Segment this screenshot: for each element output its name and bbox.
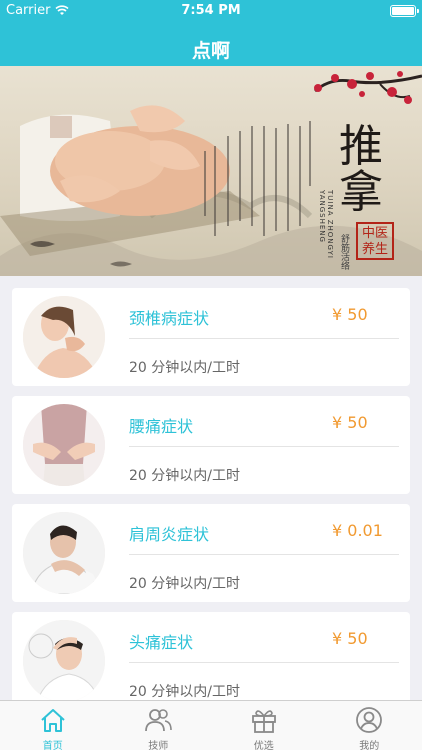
- back-pain-image: [23, 404, 105, 486]
- service-price: ¥ 0.01: [332, 521, 383, 540]
- tab-label: 我的: [359, 741, 380, 750]
- tab-mine[interactable]: 我的: [317, 701, 422, 750]
- service-price: ¥ 50: [332, 413, 368, 432]
- tab-home[interactable]: 首页: [0, 701, 106, 750]
- service-price: ¥ 50: [332, 305, 368, 324]
- tab-technicians[interactable]: 技师: [106, 701, 212, 750]
- divider: [129, 662, 399, 663]
- tab-bar: 首页 技师 优选 我的: [0, 700, 422, 750]
- tab-label: 优选: [253, 741, 274, 750]
- tab-featured[interactable]: 优选: [211, 701, 317, 750]
- service-card[interactable]: 腰痛症状 ¥ 50 20 分钟以内/工时: [12, 396, 410, 494]
- seal-text: 中医养生: [361, 226, 388, 257]
- status-bar: Carrier 7:54 PM: [0, 0, 422, 22]
- service-name: 头痛症状: [129, 633, 194, 652]
- gift-icon: [251, 710, 276, 733]
- banner-title: 推拿: [339, 121, 383, 218]
- page-title: 点啊: [191, 40, 230, 62]
- service-duration: 20 分钟以内/工时: [129, 684, 240, 700]
- divider: [129, 554, 399, 555]
- service-name: 腰痛症状: [129, 417, 194, 436]
- service-card[interactable]: 肩周炎症状 ¥ 0.01 20 分钟以内/工时: [12, 504, 410, 602]
- nav-header: Carrier 7:54 PM 点啊: [0, 0, 422, 66]
- banner-pinyin: TUINA ZHONGYI YANGSHENG: [318, 190, 334, 259]
- divider: [129, 446, 399, 447]
- service-card[interactable]: 头痛症状 ¥ 50 20 分钟以内/工时: [12, 612, 410, 710]
- shoulder-pain-image: [23, 512, 105, 594]
- divider: [129, 338, 399, 339]
- home-icon: [41, 709, 65, 732]
- promo-banner[interactable]: 推拿 TUINA ZHONGYI YANGSHENG 舒筋活络 中医养生: [0, 66, 422, 276]
- headache-image: [23, 620, 105, 702]
- service-duration: 20 分钟以内/工时: [129, 468, 240, 484]
- neck-pain-image: [23, 296, 105, 378]
- user-icon: [356, 707, 383, 733]
- banner-seal: 中医养生: [356, 222, 394, 260]
- service-name: 颈椎病症状: [129, 309, 210, 328]
- service-price: ¥ 50: [332, 629, 368, 648]
- clock: 7:54 PM: [181, 3, 241, 18]
- tab-label: 技师: [148, 741, 169, 750]
- battery-icon: [390, 5, 419, 17]
- service-duration: 20 分钟以内/工时: [129, 576, 240, 592]
- service-card[interactable]: 颈椎病症状 ¥ 50 20 分钟以内/工时: [12, 288, 410, 386]
- tab-label: 首页: [42, 741, 63, 750]
- service-duration: 20 分钟以内/工时: [129, 360, 240, 376]
- banner-subtitle: 舒筋活络: [339, 234, 349, 270]
- service-name: 肩周炎症状: [129, 525, 210, 544]
- people-icon: [145, 709, 173, 732]
